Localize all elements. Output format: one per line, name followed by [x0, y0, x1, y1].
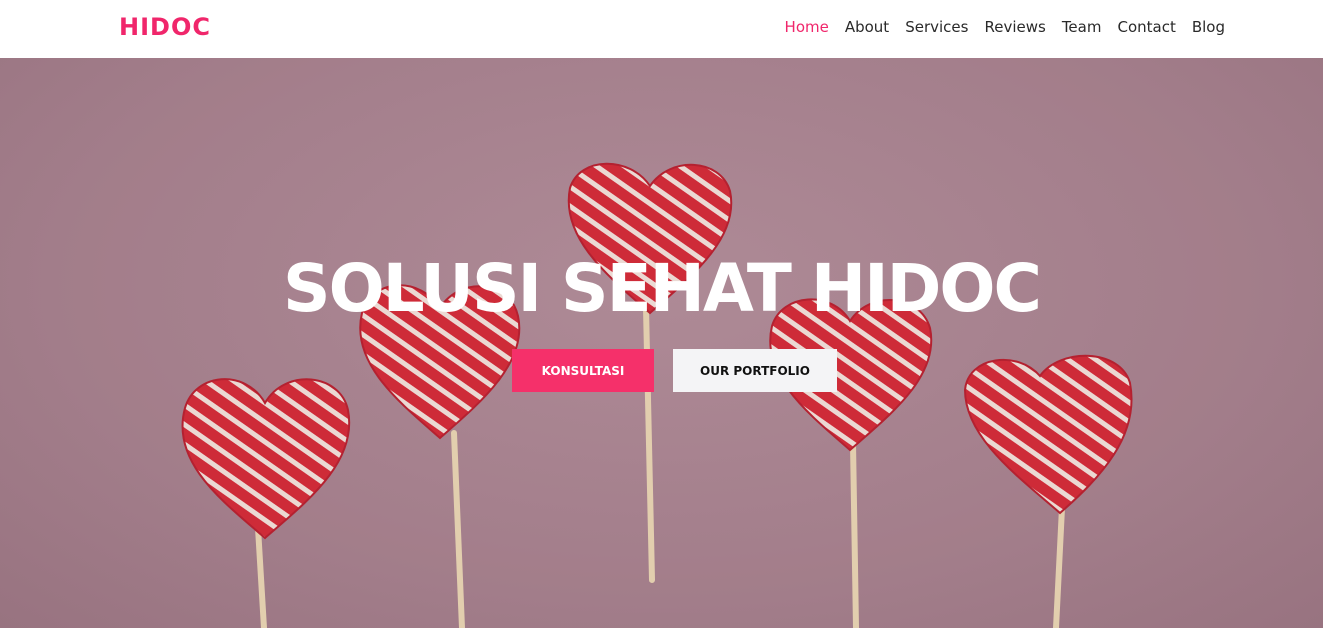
nav-item-about: About	[845, 17, 889, 36]
portfolio-button[interactable]: OUR PORTFOLIO	[673, 349, 837, 392]
konsultasi-button[interactable]: KONSULTASI	[512, 349, 654, 392]
nav-link-reviews[interactable]: Reviews	[984, 18, 1045, 36]
nav-link-blog[interactable]: Blog	[1192, 18, 1225, 36]
nav-item-services: Services	[905, 17, 968, 36]
nav-link-home[interactable]: Home	[785, 18, 829, 36]
nav-link-contact[interactable]: Contact	[1117, 18, 1175, 36]
brand-logo[interactable]: HIDOC	[119, 13, 211, 41]
nav-link-services[interactable]: Services	[905, 18, 968, 36]
nav-link-team[interactable]: Team	[1062, 18, 1102, 36]
hero-section: SOLUSI SEHAT HIDOC KONSULTASI OUR PORTFO…	[0, 58, 1323, 628]
hero-background-image	[0, 58, 1323, 628]
nav-item-team: Team	[1062, 17, 1102, 36]
navbar: HIDOC Home About Services Reviews Team C…	[0, 0, 1323, 58]
nav-item-contact: Contact	[1117, 17, 1175, 36]
hero-title: SOLUSI SEHAT HIDOC	[283, 250, 1042, 327]
nav-item-blog: Blog	[1192, 17, 1225, 36]
nav-item-home: Home	[785, 17, 829, 36]
nav-link-about[interactable]: About	[845, 18, 889, 36]
nav-menu: Home About Services Reviews Team Contact…	[785, 17, 1225, 36]
nav-item-reviews: Reviews	[984, 17, 1045, 36]
